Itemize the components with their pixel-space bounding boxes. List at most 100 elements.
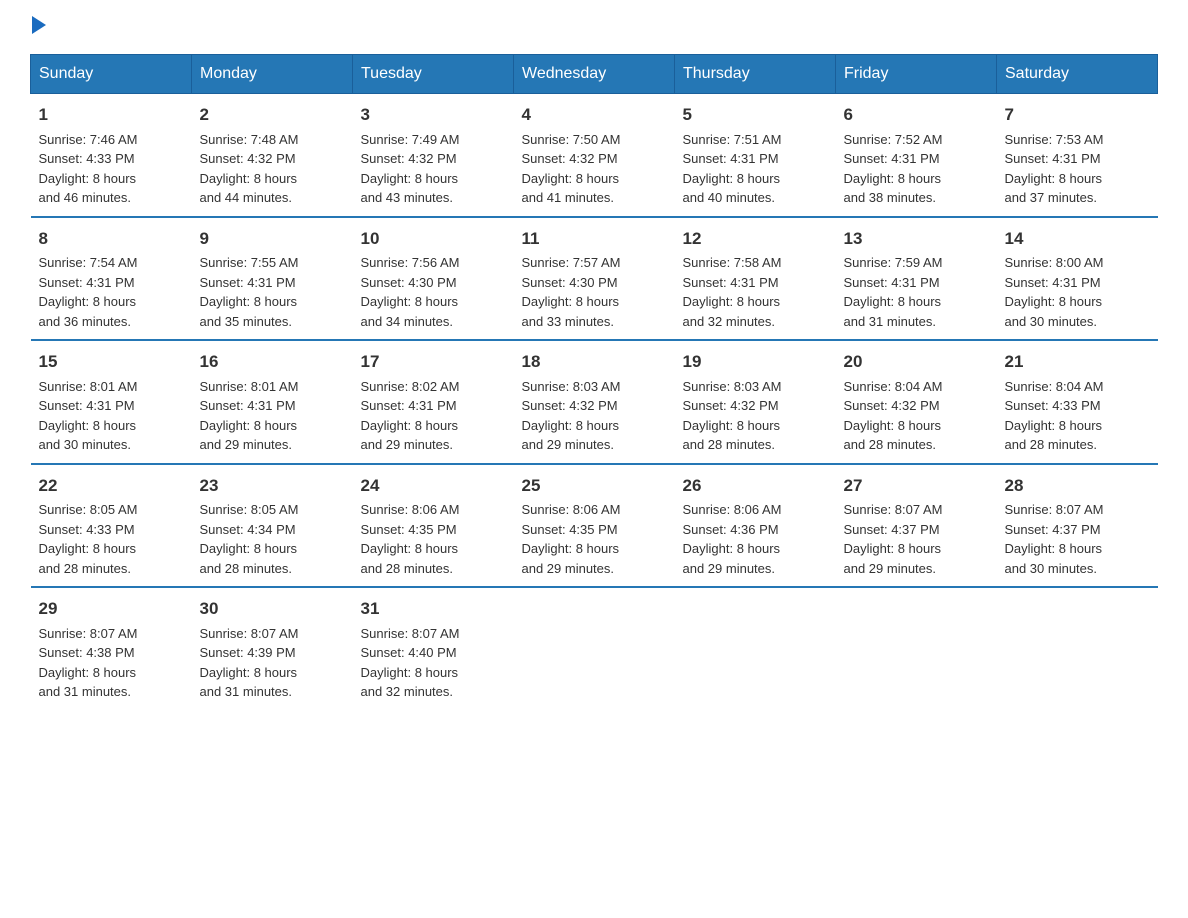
calendar-week-row: 1 Sunrise: 7:46 AMSunset: 4:33 PMDaylight… — [31, 94, 1158, 217]
day-number: 24 — [361, 473, 506, 499]
day-info: Sunrise: 8:05 AMSunset: 4:33 PMDaylight:… — [39, 502, 138, 576]
calendar-cell: 21 Sunrise: 8:04 AMSunset: 4:33 PMDayligh… — [997, 340, 1158, 464]
day-number: 31 — [361, 596, 506, 622]
calendar-cell: 22 Sunrise: 8:05 AMSunset: 4:33 PMDayligh… — [31, 464, 192, 588]
header-day-wednesday: Wednesday — [514, 55, 675, 94]
day-number: 21 — [1005, 349, 1150, 375]
calendar-cell — [836, 587, 997, 710]
calendar-cell: 20Sunrise: 8:04 AMSunset: 4:32 PMDayligh… — [836, 340, 997, 464]
day-info: Sunrise: 8:07 AMSunset: 4:37 PMDaylight:… — [844, 502, 943, 576]
calendar-week-row: 22 Sunrise: 8:05 AMSunset: 4:33 PMDayligh… — [31, 464, 1158, 588]
day-info: Sunrise: 7:54 AMSunset: 4:31 PMDaylight:… — [39, 255, 138, 329]
day-number: 9 — [200, 226, 345, 252]
calendar-header-row: SundayMondayTuesdayWednesdayThursdayFrid… — [31, 55, 1158, 94]
day-info: Sunrise: 8:05 AMSunset: 4:34 PMDaylight:… — [200, 502, 299, 576]
day-info: Sunrise: 7:48 AMSunset: 4:32 PMDaylight:… — [200, 132, 299, 206]
calendar-cell — [997, 587, 1158, 710]
calendar-cell: 26 Sunrise: 8:06 AMSunset: 4:36 PMDayligh… — [675, 464, 836, 588]
day-number: 2 — [200, 102, 345, 128]
day-number: 28 — [1005, 473, 1150, 499]
day-number: 12 — [683, 226, 828, 252]
header-day-saturday: Saturday — [997, 55, 1158, 94]
calendar-cell: 25 Sunrise: 8:06 AMSunset: 4:35 PMDayligh… — [514, 464, 675, 588]
calendar-cell: 31 Sunrise: 8:07 AMSunset: 4:40 PMDayligh… — [353, 587, 514, 710]
calendar-cell: 10 Sunrise: 7:56 AMSunset: 4:30 PMDayligh… — [353, 217, 514, 341]
calendar-cell: 1 Sunrise: 7:46 AMSunset: 4:33 PMDaylight… — [31, 94, 192, 217]
calendar-cell: 12 Sunrise: 7:58 AMSunset: 4:31 PMDayligh… — [675, 217, 836, 341]
calendar-cell: 28 Sunrise: 8:07 AMSunset: 4:37 PMDayligh… — [997, 464, 1158, 588]
day-number: 19 — [683, 349, 828, 375]
calendar-cell: 5Sunrise: 7:51 AMSunset: 4:31 PMDaylight… — [675, 94, 836, 217]
day-info: Sunrise: 7:58 AMSunset: 4:31 PMDaylight:… — [683, 255, 782, 329]
day-info: Sunrise: 7:59 AMSunset: 4:31 PMDaylight:… — [844, 255, 943, 329]
day-info: Sunrise: 7:50 AMSunset: 4:32 PMDaylight:… — [522, 132, 621, 206]
header-day-friday: Friday — [836, 55, 997, 94]
calendar-cell: 16 Sunrise: 8:01 AMSunset: 4:31 PMDayligh… — [192, 340, 353, 464]
calendar-cell: 13Sunrise: 7:59 AMSunset: 4:31 PMDayligh… — [836, 217, 997, 341]
day-number: 3 — [361, 102, 506, 128]
day-number: 10 — [361, 226, 506, 252]
day-number: 23 — [200, 473, 345, 499]
day-info: Sunrise: 7:53 AMSunset: 4:31 PMDaylight:… — [1005, 132, 1104, 206]
day-number: 20 — [844, 349, 989, 375]
page-header — [30, 20, 1158, 34]
day-info: Sunrise: 8:03 AMSunset: 4:32 PMDaylight:… — [522, 379, 621, 453]
day-info: Sunrise: 8:01 AMSunset: 4:31 PMDaylight:… — [200, 379, 299, 453]
day-info: Sunrise: 7:55 AMSunset: 4:31 PMDaylight:… — [200, 255, 299, 329]
logo — [30, 20, 46, 34]
day-info: Sunrise: 8:07 AMSunset: 4:37 PMDaylight:… — [1005, 502, 1104, 576]
calendar-week-row: 8 Sunrise: 7:54 AMSunset: 4:31 PMDaylight… — [31, 217, 1158, 341]
day-info: Sunrise: 8:01 AMSunset: 4:31 PMDaylight:… — [39, 379, 138, 453]
day-info: Sunrise: 7:49 AMSunset: 4:32 PMDaylight:… — [361, 132, 460, 206]
calendar-cell: 27 Sunrise: 8:07 AMSunset: 4:37 PMDayligh… — [836, 464, 997, 588]
calendar-cell: 18Sunrise: 8:03 AMSunset: 4:32 PMDayligh… — [514, 340, 675, 464]
header-day-tuesday: Tuesday — [353, 55, 514, 94]
day-number: 25 — [522, 473, 667, 499]
calendar-cell — [675, 587, 836, 710]
day-number: 16 — [200, 349, 345, 375]
day-info: Sunrise: 7:56 AMSunset: 4:30 PMDaylight:… — [361, 255, 460, 329]
calendar-cell: 8 Sunrise: 7:54 AMSunset: 4:31 PMDaylight… — [31, 217, 192, 341]
calendar-cell: 2 Sunrise: 7:48 AMSunset: 4:32 PMDaylight… — [192, 94, 353, 217]
day-info: Sunrise: 8:02 AMSunset: 4:31 PMDaylight:… — [361, 379, 460, 453]
calendar-cell: 4 Sunrise: 7:50 AMSunset: 4:32 PMDaylight… — [514, 94, 675, 217]
day-number: 17 — [361, 349, 506, 375]
day-number: 27 — [844, 473, 989, 499]
day-info: Sunrise: 8:06 AMSunset: 4:36 PMDaylight:… — [683, 502, 782, 576]
day-info: Sunrise: 8:07 AMSunset: 4:40 PMDaylight:… — [361, 626, 460, 700]
header-day-sunday: Sunday — [31, 55, 192, 94]
calendar-cell: 9 Sunrise: 7:55 AMSunset: 4:31 PMDaylight… — [192, 217, 353, 341]
calendar-cell: 29Sunrise: 8:07 AMSunset: 4:38 PMDayligh… — [31, 587, 192, 710]
logo-arrow-icon — [32, 16, 46, 34]
day-number: 4 — [522, 102, 667, 128]
day-number: 1 — [39, 102, 184, 128]
day-number: 15 — [39, 349, 184, 375]
calendar-cell: 7Sunrise: 7:53 AMSunset: 4:31 PMDaylight… — [997, 94, 1158, 217]
day-info: Sunrise: 7:51 AMSunset: 4:31 PMDaylight:… — [683, 132, 782, 206]
day-info: Sunrise: 8:00 AMSunset: 4:31 PMDaylight:… — [1005, 255, 1104, 329]
header-day-monday: Monday — [192, 55, 353, 94]
day-number: 29 — [39, 596, 184, 622]
day-number: 11 — [522, 226, 667, 252]
calendar-table: SundayMondayTuesdayWednesdayThursdayFrid… — [30, 54, 1158, 710]
day-number: 8 — [39, 226, 184, 252]
calendar-cell: 24Sunrise: 8:06 AMSunset: 4:35 PMDayligh… — [353, 464, 514, 588]
day-info: Sunrise: 7:46 AMSunset: 4:33 PMDaylight:… — [39, 132, 138, 206]
calendar-cell: 23 Sunrise: 8:05 AMSunset: 4:34 PMDayligh… — [192, 464, 353, 588]
day-info: Sunrise: 8:07 AMSunset: 4:39 PMDaylight:… — [200, 626, 299, 700]
day-info: Sunrise: 8:03 AMSunset: 4:32 PMDaylight:… — [683, 379, 782, 453]
calendar-cell — [514, 587, 675, 710]
header-day-thursday: Thursday — [675, 55, 836, 94]
day-info: Sunrise: 7:57 AMSunset: 4:30 PMDaylight:… — [522, 255, 621, 329]
day-info: Sunrise: 8:04 AMSunset: 4:33 PMDaylight:… — [1005, 379, 1104, 453]
day-info: Sunrise: 8:06 AMSunset: 4:35 PMDaylight:… — [522, 502, 621, 576]
calendar-cell: 14 Sunrise: 8:00 AMSunset: 4:31 PMDayligh… — [997, 217, 1158, 341]
day-info: Sunrise: 7:52 AMSunset: 4:31 PMDaylight:… — [844, 132, 943, 206]
day-number: 14 — [1005, 226, 1150, 252]
calendar-cell: 15 Sunrise: 8:01 AMSunset: 4:31 PMDayligh… — [31, 340, 192, 464]
calendar-cell: 19 Sunrise: 8:03 AMSunset: 4:32 PMDayligh… — [675, 340, 836, 464]
day-number: 22 — [39, 473, 184, 499]
calendar-cell: 6Sunrise: 7:52 AMSunset: 4:31 PMDaylight… — [836, 94, 997, 217]
day-number: 26 — [683, 473, 828, 499]
calendar-cell: 30Sunrise: 8:07 AMSunset: 4:39 PMDayligh… — [192, 587, 353, 710]
